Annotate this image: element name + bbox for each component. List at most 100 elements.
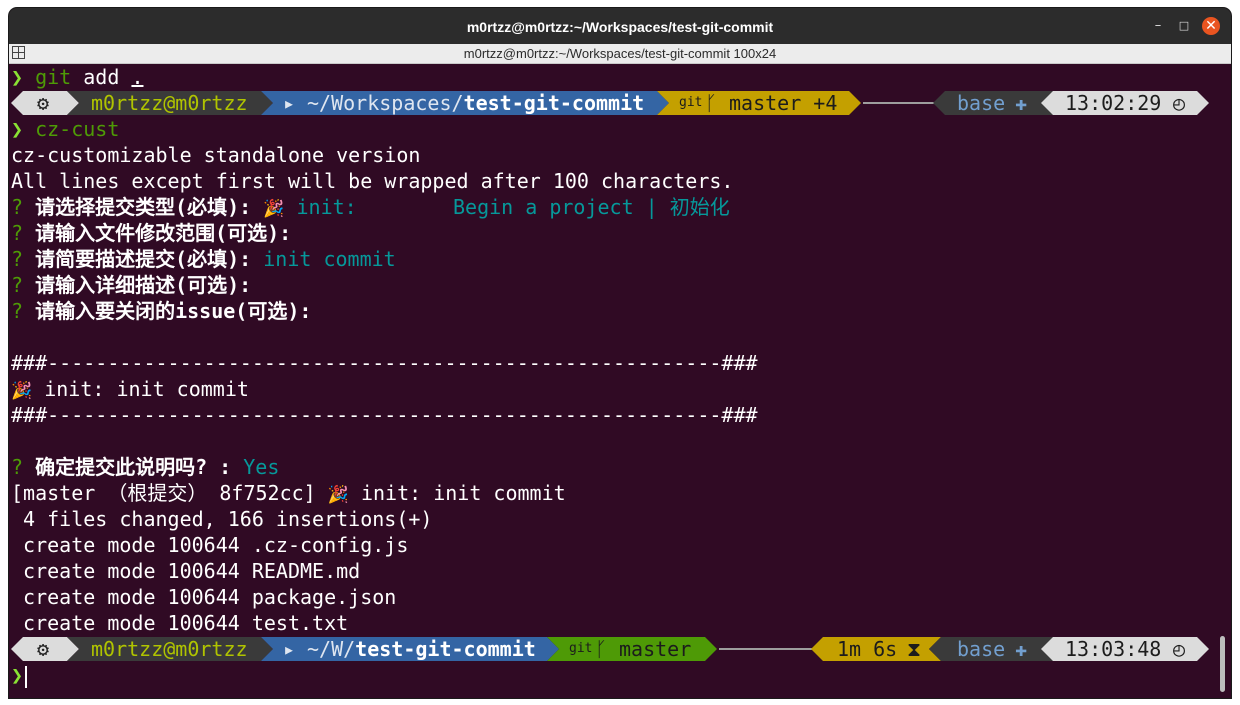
maximize-icon[interactable]: □ bbox=[1175, 17, 1193, 35]
question-mark: ? bbox=[11, 221, 24, 245]
powerline-prompt: ⚙ m0rtzz@m0rtzz ▸ ~/W/test-git-commit gi… bbox=[11, 636, 1216, 662]
user-segment: m0rtzz@m0rtzz bbox=[67, 637, 273, 661]
prompt-user: m0rtzz@m0rtzz bbox=[91, 637, 248, 661]
question-body: ? 请输入详细描述(可选): bbox=[11, 272, 251, 298]
commit-message: 🎉 init: init commit bbox=[11, 376, 249, 402]
output-line: create mode 100644 .cz-config.js bbox=[11, 533, 409, 557]
dir-name: test-git-commit bbox=[463, 91, 645, 115]
question-text: 请输入文件修改范围(可选): bbox=[35, 221, 292, 245]
duration-segment: 1m 6s ⧗ bbox=[811, 637, 941, 661]
party-popper-icon: 🎉 bbox=[263, 199, 285, 219]
party-popper-icon: 🎉 bbox=[327, 485, 349, 505]
window-title: m0rtzz@m0rtzz:~/Workspaces/test-git-comm… bbox=[466, 19, 774, 35]
close-icon[interactable]: ✕ bbox=[1202, 17, 1220, 35]
separator-line: ###-------------------------------------… bbox=[11, 403, 758, 427]
question-text: 请简要描述提交(必填): bbox=[35, 247, 252, 271]
conda-icon: ✚ bbox=[1015, 91, 1028, 115]
user-segment: m0rtzz@m0rtzz bbox=[67, 91, 273, 115]
branch-name: master +4 bbox=[729, 91, 838, 115]
scrollbar-thumb[interactable] bbox=[1220, 636, 1225, 692]
os-icon: ⚙ bbox=[37, 637, 50, 661]
question-text: 请输入要关闭的issue(可选): bbox=[35, 299, 312, 323]
output-line: cz-customizable standalone version bbox=[11, 143, 421, 167]
command-cz: cz-cust bbox=[35, 117, 120, 141]
prompt-char: ❯ bbox=[11, 117, 24, 141]
question-mark: ? bbox=[11, 299, 24, 323]
prompt-time: 13:02:29 bbox=[1065, 91, 1162, 115]
terminal-subtitle: m0rtzz@m0rtzz:~/Workspaces/test-git-comm… bbox=[463, 46, 777, 61]
confirm-question: ? 确定提交此说明吗? : Yes bbox=[11, 454, 279, 480]
dir-name: test-git-commit bbox=[355, 637, 536, 661]
env-segment: base ✚ bbox=[929, 637, 1055, 661]
prompt-filler bbox=[719, 648, 819, 650]
dir-segment: ▸ ~/Workspaces/test-git-commit bbox=[261, 91, 669, 115]
os-segment: ⚙ bbox=[11, 91, 79, 115]
prompt-char: ❯ bbox=[11, 65, 24, 89]
command-args: add bbox=[71, 65, 132, 89]
output-line: create mode 100644 README.md bbox=[11, 559, 361, 583]
prompt-filler bbox=[863, 102, 937, 104]
question-type: ? 请选择提交类型(必填): 🎉 init: Begin a project |… bbox=[11, 194, 730, 220]
question-answer: init commit bbox=[263, 247, 396, 271]
question-mark: ? bbox=[11, 455, 24, 479]
output-line: 4 files changed, 166 insertions(+) bbox=[11, 507, 433, 531]
input-line[interactable]: ❯ bbox=[11, 662, 28, 688]
party-popper-icon: 🎉 bbox=[11, 381, 33, 401]
question-mark: ? bbox=[11, 195, 24, 219]
question-mark: ? bbox=[11, 273, 24, 297]
hourglass-icon: ⧗ bbox=[907, 637, 922, 661]
command-dot: . bbox=[131, 65, 144, 89]
clock-icon: ◴ bbox=[1173, 637, 1186, 661]
output-line: create mode 100644 test.txt bbox=[11, 611, 349, 635]
prompt-user: m0rtzz@m0rtzz bbox=[91, 91, 248, 115]
commit-result: [master （根提交） 8f752cc] 🎉 init: init comm… bbox=[11, 480, 566, 506]
prompt-duration: 1m 6s bbox=[837, 637, 898, 661]
terminal-tab-bar: m0rtzz@m0rtzz:~/Workspaces/test-git-comm… bbox=[9, 44, 1231, 64]
question-answer: init: Begin a project | 初始化 bbox=[296, 195, 730, 219]
commit-result-tail: init: init commit bbox=[348, 481, 566, 505]
question-scope: ? 请输入文件修改范围(可选): bbox=[11, 220, 291, 246]
os-icon: ⚙ bbox=[37, 91, 50, 115]
folder-icon: ▸ bbox=[283, 91, 296, 115]
git-segment: git ᚴ master bbox=[547, 637, 717, 661]
env-name: base bbox=[957, 637, 1006, 661]
dir-prefix: ~/Workspaces/ bbox=[307, 91, 464, 115]
branch-icon: ᚴ bbox=[705, 91, 717, 115]
terminal-window: m0rtzz@m0rtzz:~/Workspaces/test-git-comm… bbox=[9, 8, 1231, 698]
os-segment: ⚙ bbox=[11, 637, 79, 661]
env-segment: base ✚ bbox=[933, 91, 1055, 115]
conda-icon: ✚ bbox=[1015, 637, 1028, 661]
time-segment: 13:02:29 ◴ bbox=[1041, 91, 1209, 115]
minimize-icon[interactable]: – bbox=[1149, 17, 1167, 35]
separator-line: ###-------------------------------------… bbox=[11, 351, 758, 375]
question-issue: ? 请输入要关闭的issue(可选): bbox=[11, 298, 311, 324]
question-text: 请选择提交类型(必填): bbox=[35, 195, 252, 219]
env-name: base bbox=[957, 91, 1006, 115]
output-line: create mode 100644 package.json bbox=[11, 585, 397, 609]
question-answer: Yes bbox=[243, 455, 280, 479]
command-line: ❯ git add . bbox=[11, 64, 143, 90]
question-mark: ? bbox=[11, 247, 24, 271]
title-bar[interactable]: m0rtzz@m0rtzz:~/Workspaces/test-git-comm… bbox=[9, 8, 1231, 44]
prompt-char: ❯ bbox=[11, 663, 24, 687]
command-line: ❯ cz-cust bbox=[11, 116, 119, 142]
clock-icon: ◴ bbox=[1173, 91, 1186, 115]
commit-result-head: [master （根提交） 8f752cc] bbox=[11, 481, 328, 505]
branch-icon: ᚴ bbox=[595, 637, 607, 661]
branch-name: master bbox=[619, 637, 692, 661]
git-segment: git ᚴ master +4 bbox=[657, 91, 861, 115]
powerline-prompt: ⚙ m0rtzz@m0rtzz ▸ ~/Workspaces/test-git-… bbox=[11, 90, 1216, 116]
folder-icon: ▸ bbox=[283, 637, 296, 661]
question-subject: ? 请简要描述提交(必填): init commit bbox=[11, 246, 396, 272]
output-line: All lines except first will be wrapped a… bbox=[11, 169, 734, 193]
time-segment: 13:03:48 ◴ bbox=[1041, 637, 1209, 661]
dir-segment: ▸ ~/W/test-git-commit bbox=[261, 637, 559, 661]
text-cursor bbox=[25, 665, 28, 688]
command-git: git bbox=[35, 65, 72, 89]
terminal-output[interactable]: ❯ git add . ⚙ m0rtzz@m0rtzz ▸ ~/Workspac… bbox=[11, 64, 1216, 698]
prompt-time: 13:03:48 bbox=[1065, 637, 1162, 661]
question-text: 请输入详细描述(可选): bbox=[35, 273, 252, 297]
dir-prefix: ~/W/ bbox=[307, 637, 356, 661]
git-label: git bbox=[679, 95, 703, 110]
git-label: git bbox=[569, 641, 593, 656]
